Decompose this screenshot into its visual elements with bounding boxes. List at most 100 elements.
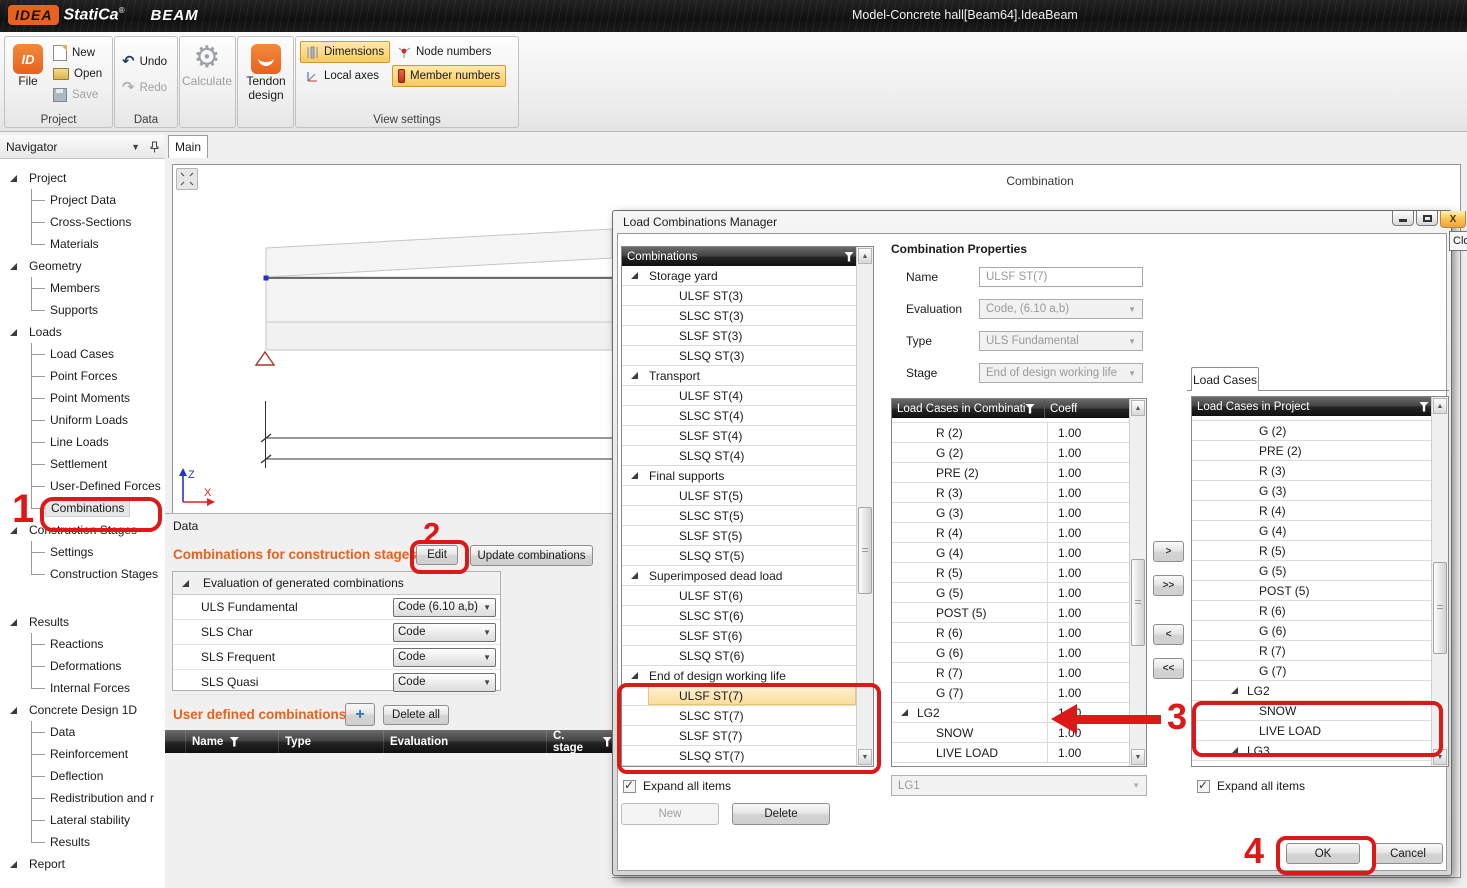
- cases-in-combination-header[interactable]: Load Cases in Combinatio Coeff: [892, 399, 1132, 418]
- combination-row[interactable]: SLSC ST(4): [622, 406, 857, 426]
- scroll-down-button[interactable]: ▼: [858, 749, 872, 765]
- member-numbers-toggle[interactable]: Member numbers: [392, 65, 506, 87]
- navigator-item[interactable]: Construction Stages: [0, 563, 165, 585]
- coefficient-cell[interactable]: 1.00: [1047, 643, 1130, 662]
- scroll-up-button[interactable]: ▲: [1433, 398, 1447, 414]
- edit-button[interactable]: Edit: [416, 545, 458, 565]
- evaluation-dropdown[interactable]: Code (6.10 a,b)▼: [393, 598, 496, 617]
- case-in-project-row[interactable]: R (3): [1192, 461, 1432, 481]
- case-in-combination-row[interactable]: R (6) 1.00: [892, 623, 1130, 643]
- close-button[interactable]: X: [1440, 211, 1466, 228]
- combination-row[interactable]: ULSF ST(6): [622, 586, 857, 606]
- table-header-cell[interactable]: C. stage: [546, 730, 612, 753]
- navigator-item[interactable]: Project Data: [0, 189, 165, 211]
- save-button[interactable]: Save: [53, 86, 98, 104]
- combination-row[interactable]: SLSC ST(7): [622, 706, 857, 726]
- tree-expander-icon[interactable]: [1231, 687, 1238, 694]
- cases-in-project-scrollbar[interactable]: ▲ ▼: [1431, 397, 1448, 766]
- navigator-item[interactable]: Geometry: [0, 255, 165, 277]
- case-in-combination-row[interactable]: G (2) 1.00: [892, 443, 1130, 463]
- table-header-cell[interactable]: [165, 730, 185, 753]
- checkbox-checked-icon[interactable]: [1197, 780, 1210, 793]
- tree-expander-icon[interactable]: [631, 372, 638, 379]
- case-in-project-row[interactable]: G (3): [1192, 481, 1432, 501]
- tab-load-cases[interactable]: Load Cases: [1191, 367, 1259, 391]
- dimensions-toggle[interactable]: Dimensions: [300, 41, 390, 63]
- stage-select[interactable]: End of design working life▼: [979, 363, 1143, 383]
- tree-expander-icon[interactable]: [10, 263, 17, 270]
- navigator-item[interactable]: Lateral stability: [0, 809, 165, 831]
- tree-expander-icon[interactable]: [631, 272, 638, 279]
- case-in-combination-row[interactable]: G (3) 1.00: [892, 503, 1130, 523]
- coefficient-cell[interactable]: 1.00: [1047, 743, 1130, 762]
- coefficient-cell[interactable]: 1.00: [1047, 443, 1130, 462]
- navigator-item[interactable]: Data: [0, 721, 165, 743]
- delete-all-button[interactable]: Delete all: [383, 705, 449, 725]
- combination-row[interactable]: SLSF ST(4): [622, 426, 857, 446]
- combination-row[interactable]: Superimposed dead load: [622, 566, 857, 586]
- coefficient-cell[interactable]: 1.00: [1047, 683, 1130, 702]
- name-field[interactable]: ULSF ST(7): [979, 267, 1143, 287]
- tree-expander-icon[interactable]: [10, 707, 17, 714]
- scrollbar-thumb[interactable]: [858, 507, 872, 594]
- case-in-combination-row[interactable]: POST (5) 1.00: [892, 603, 1130, 623]
- navigator-item[interactable]: Results: [0, 831, 165, 853]
- navigator-item[interactable]: Combinations: [0, 497, 165, 519]
- filter-icon[interactable]: [1025, 404, 1035, 414]
- case-in-project-row[interactable]: LG2: [1192, 681, 1432, 701]
- evaluation-dropdown[interactable]: Code▼: [393, 673, 496, 692]
- combination-row[interactable]: SLSQ ST(7): [622, 746, 857, 766]
- case-in-project-row[interactable]: SNOW: [1192, 701, 1432, 721]
- evaluation-select[interactable]: Code, (6.10 a,b)▼: [979, 299, 1143, 319]
- navigator-item[interactable]: Construction Stages: [0, 519, 165, 541]
- tree-expander-icon[interactable]: [631, 672, 638, 679]
- filter-icon[interactable]: [844, 252, 854, 262]
- file-button[interactable]: ID File: [10, 44, 46, 88]
- case-in-project-row[interactable]: R (7): [1192, 641, 1432, 661]
- coefficient-cell[interactable]: 1.00: [1047, 663, 1130, 682]
- expand-all-right[interactable]: Expand all items: [1197, 779, 1305, 793]
- expand-all-left[interactable]: Expand all items: [623, 779, 731, 793]
- navigator-item[interactable]: Deformations: [0, 655, 165, 677]
- coefficient-cell[interactable]: 1.00: [1047, 623, 1130, 642]
- combination-row[interactable]: SLSQ ST(4): [622, 446, 857, 466]
- combination-row[interactable]: SLSC ST(3): [622, 306, 857, 326]
- case-in-project-row[interactable]: G (5): [1192, 561, 1432, 581]
- filter-icon[interactable]: [602, 737, 612, 747]
- case-in-project-row[interactable]: G (2): [1192, 421, 1432, 441]
- case-in-project-row[interactable]: R (6): [1192, 601, 1432, 621]
- calculate-button[interactable]: ⚙ Calculate: [184, 42, 230, 88]
- case-in-combination-row[interactable]: G (6) 1.00: [892, 643, 1130, 663]
- case-in-project-row[interactable]: PRE (2): [1192, 441, 1432, 461]
- scroll-up-button[interactable]: ▲: [858, 248, 872, 264]
- coefficient-cell[interactable]: 1.00: [1047, 583, 1130, 602]
- navigator-item[interactable]: Materials: [0, 233, 165, 255]
- undo-button[interactable]: ↶Undo: [122, 53, 167, 71]
- coefficient-cell[interactable]: 1.00: [1047, 563, 1130, 582]
- table-header-cell[interactable]: Type: [278, 730, 383, 753]
- table-header-cell[interactable]: Name: [185, 730, 278, 753]
- tree-expander-icon[interactable]: [901, 709, 908, 716]
- tree-expander-icon[interactable]: [182, 580, 189, 587]
- coefficient-cell[interactable]: 1.00: [1047, 523, 1130, 542]
- tendon-design-button[interactable]: Tendon design: [246, 44, 286, 102]
- combination-row[interactable]: ULSF ST(4): [622, 386, 857, 406]
- combination-row[interactable]: Transport: [622, 366, 857, 386]
- tree-expander-icon[interactable]: [631, 472, 638, 479]
- combination-row[interactable]: SLSQ ST(6): [622, 646, 857, 666]
- navigator-item[interactable]: Reactions: [0, 633, 165, 655]
- local-axes-toggle[interactable]: Local axes: [300, 65, 385, 87]
- case-in-combination-row[interactable]: G (5) 1.00: [892, 583, 1130, 603]
- combination-row[interactable]: SLSC ST(5): [622, 506, 857, 526]
- navigator-item[interactable]: Reinforcement: [0, 743, 165, 765]
- load-group-select[interactable]: LG1▼: [891, 775, 1147, 796]
- cases-in-combination-scrollbar[interactable]: ▲ ▼: [1129, 399, 1146, 766]
- filter-icon[interactable]: [229, 737, 239, 747]
- combination-row[interactable]: Storage yard: [622, 266, 857, 286]
- navigator-item[interactable]: Loads: [0, 321, 165, 343]
- cancel-button[interactable]: Cancel: [1373, 843, 1443, 864]
- combination-row[interactable]: SLSQ ST(3): [622, 346, 857, 366]
- scrollbar-thumb[interactable]: [1131, 559, 1145, 646]
- navigator-item[interactable]: Uniform Loads: [0, 409, 165, 431]
- navigator-dropdown-icon[interactable]: ▼: [131, 142, 140, 152]
